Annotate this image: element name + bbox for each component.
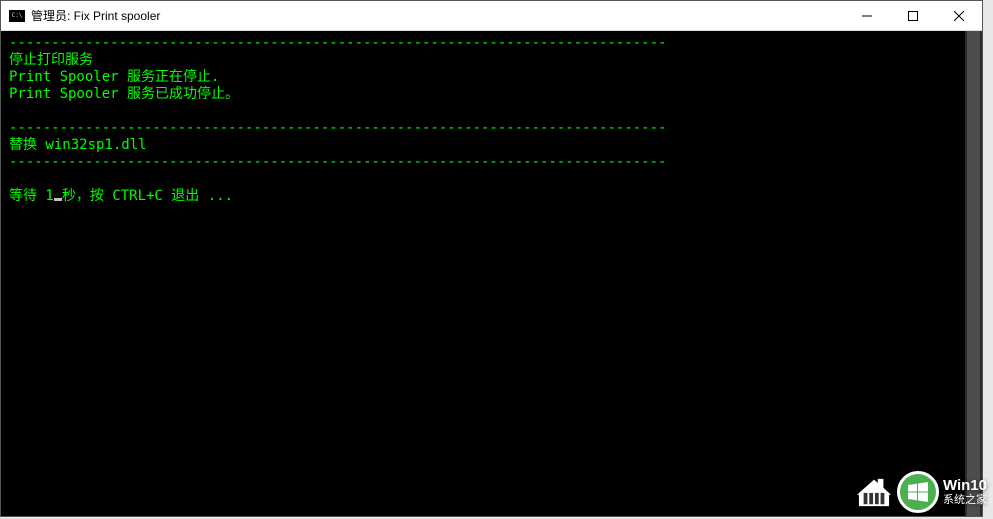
terminal-output[interactable]: ----------------------------------------… [1,31,982,516]
windows-logo-icon [906,480,930,504]
scrollbar[interactable] [965,31,982,516]
service-stopped-line: Print Spooler 服务已成功停止。 [9,86,239,102]
cursor [54,198,62,201]
separator-line: ----------------------------------------… [9,120,666,136]
titlebar[interactable]: 管理员: Fix Print spooler [1,1,982,31]
win10-badge [897,471,939,513]
wait-line-suffix: 秒，按 CTRL+C 退出 ... [62,188,233,204]
window-title: 管理员: Fix Print spooler [31,7,844,24]
close-button[interactable] [936,1,982,30]
maximize-icon [908,11,918,21]
close-icon [954,11,964,21]
watermark-brand-bottom: 系统之家 [943,494,987,506]
terminal-window: 管理员: Fix Print spooler -----------------… [0,0,983,517]
cmd-icon [9,10,25,22]
stop-service-header: 停止打印服务 [9,52,93,68]
replace-dll-line: 替换 win32sp1.dll [9,137,147,153]
watermark-text: Win10 系统之家 [943,478,987,507]
watermark: Win10 系统之家 [855,471,987,513]
minimize-button[interactable] [844,1,890,30]
maximize-button[interactable] [890,1,936,30]
wait-line-prefix: 等待 1 [9,188,54,204]
service-stopping-line: Print Spooler 服务正在停止. [9,69,219,85]
separator-line: ----------------------------------------… [9,35,666,51]
separator-line: ----------------------------------------… [9,154,666,170]
window-controls [844,1,982,30]
scrollbar-thumb[interactable] [967,31,980,516]
watermark-brand-top: Win10 [943,478,987,495]
minimize-icon [862,11,872,21]
house-icon [855,476,893,508]
